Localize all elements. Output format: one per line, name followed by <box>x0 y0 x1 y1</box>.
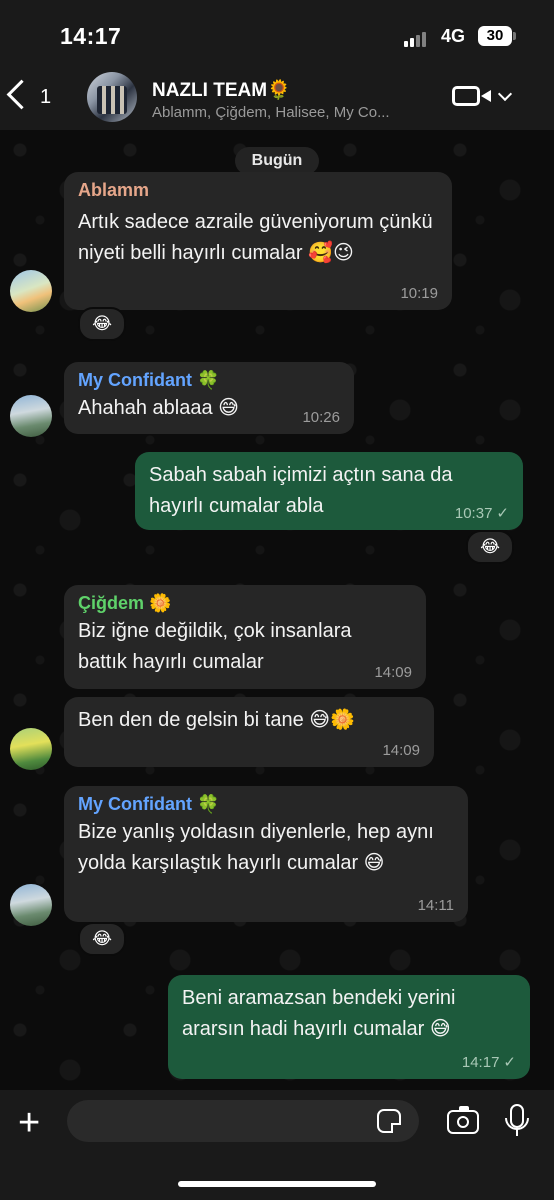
message-text: Artık sadece azraile güveniyorum çünkü n… <box>78 211 433 264</box>
message-bubble[interactable]: My Confidant 🍀 Ahahah ablaaa 😅 10:26 <box>64 362 354 434</box>
battery-icon: 30 <box>478 26 516 46</box>
camera-icon[interactable] <box>447 1106 479 1134</box>
reaction[interactable]: 😂 <box>78 307 126 341</box>
sender-name: My Confidant 🍀 <box>78 370 220 390</box>
avatar[interactable] <box>10 884 52 926</box>
message-text: Ben den de gelsin bi tane 😅🌼 <box>78 709 356 731</box>
message-time: 10:26 <box>302 409 340 426</box>
message-text: Biz iğne değildik, çok insanlara battık … <box>78 620 352 673</box>
sent-check-icon: ✓ <box>496 505 509 522</box>
reaction[interactable]: 😂 <box>78 922 126 956</box>
group-members[interactable]: Ablamm, Çiğdem, Halisee, My Co... <box>152 104 390 121</box>
home-indicator[interactable] <box>178 1181 376 1187</box>
avatar[interactable] <box>10 728 52 770</box>
unread-count[interactable]: 1 <box>40 86 51 109</box>
clock: 14:17 <box>60 23 122 49</box>
network-type: 4G <box>441 26 466 46</box>
message-input[interactable] <box>67 1100 419 1142</box>
message-bubble-outgoing[interactable]: Beni aramazsan bendeki yerini ararsın ha… <box>168 975 530 1079</box>
cellular-signal-icon <box>404 29 428 47</box>
sticker-icon[interactable] <box>377 1109 401 1133</box>
sender-name: Çiğdem 🌼 <box>78 593 172 613</box>
microphone-stand <box>516 1128 518 1136</box>
sender-name: Ablamm <box>78 180 150 200</box>
message-bubble[interactable]: Ablamm Artık sadece azraile güveniyorum … <box>64 172 452 310</box>
avatar[interactable] <box>10 270 52 312</box>
message-bubble[interactable]: My Confidant 🍀 Bize yanlış yoldasın diye… <box>64 786 468 922</box>
avatar[interactable] <box>10 395 52 437</box>
status-bar: 14:17 4G 30 <box>0 0 554 68</box>
message-text: Beni aramazsan bendeki yerini ararsın ha… <box>182 987 456 1040</box>
message-time: 14:09 <box>374 664 412 681</box>
reaction[interactable]: 😂 <box>466 530 514 564</box>
sender-name: My Confidant 🍀 <box>78 794 220 814</box>
group-avatar[interactable] <box>87 72 137 122</box>
message-time: 14:17 <box>461 1054 500 1071</box>
message-time: 10:37 <box>454 505 493 522</box>
plus-icon[interactable]: + <box>18 1104 40 1142</box>
chat-header: 1 NAZLI TEAM🌻 Ablamm, Çiğdem, Halisee, M… <box>0 68 554 130</box>
message-bubble[interactable]: Ben den de gelsin bi tane 😅🌼 14:09 <box>64 697 434 767</box>
chevron-left-icon[interactable] <box>6 79 37 110</box>
chevron-down-icon[interactable] <box>497 86 513 102</box>
group-title[interactable]: NAZLI TEAM🌻 <box>152 78 291 102</box>
video-call-icon[interactable] <box>452 86 480 106</box>
sent-check-icon: ✓ <box>503 1054 516 1071</box>
message-time: 10:19 <box>400 285 438 302</box>
microphone-icon[interactable] <box>505 1104 529 1130</box>
message-text: Bize yanlış yoldasın diyenlerle, hep ayn… <box>78 821 434 874</box>
message-time: 14:11 <box>417 897 454 914</box>
message-bubble-outgoing[interactable]: Sabah sabah içimizi açtın sana da hayırl… <box>135 452 523 530</box>
message-text: Ahahah ablaaa 😅 <box>78 397 239 419</box>
message-bubble[interactable]: Çiğdem 🌼 Biz iğne değildik, çok insanlar… <box>64 585 426 689</box>
date-separator: Bugün <box>235 147 319 175</box>
message-time: 14:09 <box>382 742 420 759</box>
